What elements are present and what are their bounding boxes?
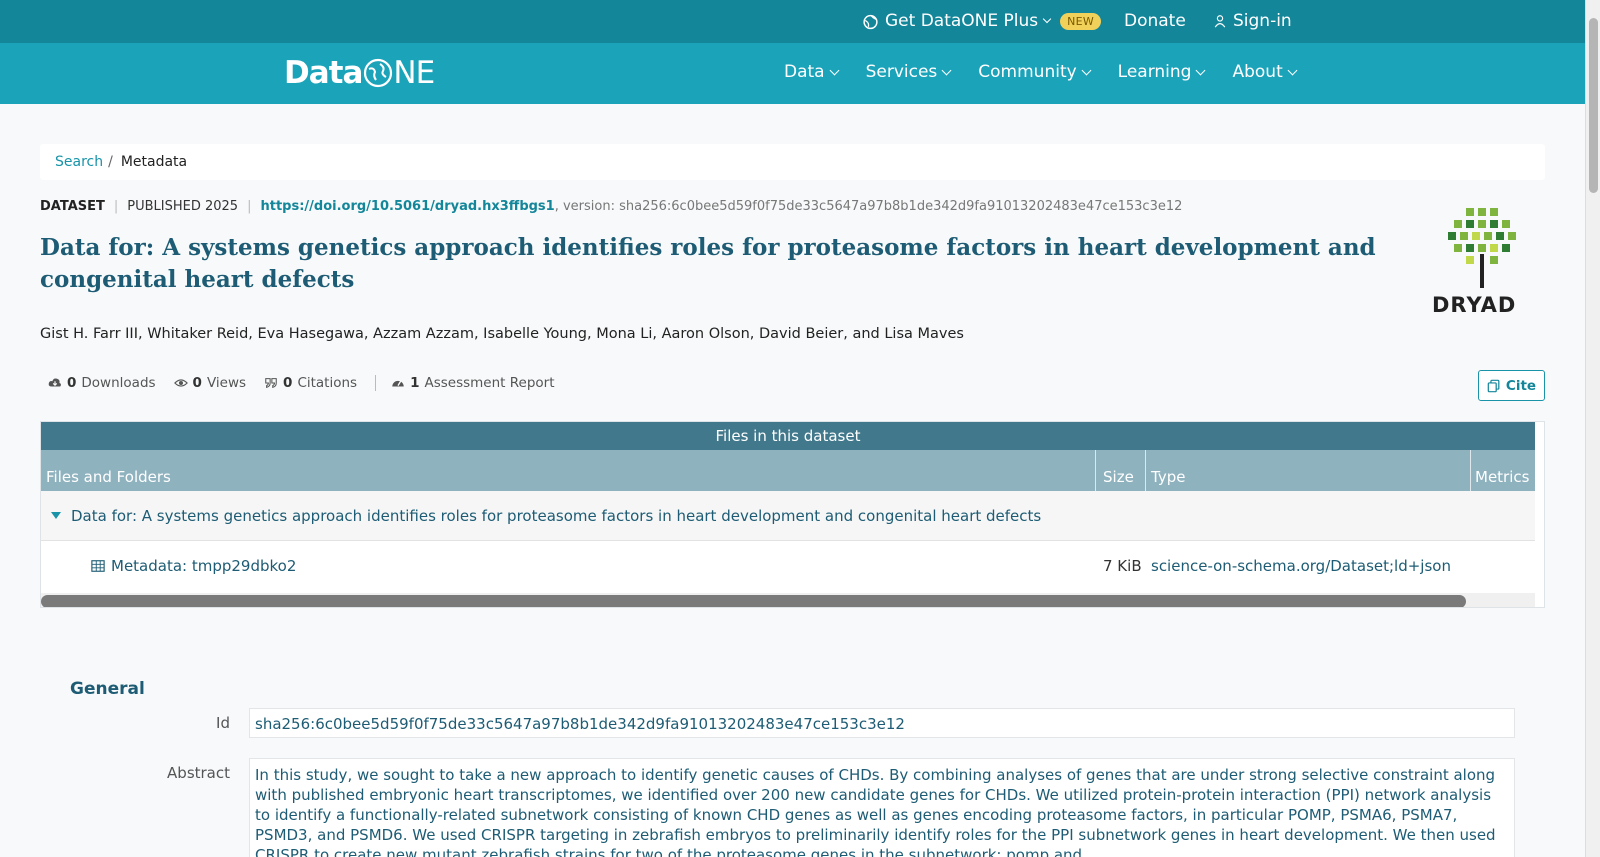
file-name-cell[interactable]: Metadata: tmpp29dbko2 — [91, 557, 296, 575]
views-metric[interactable]: 0 Views — [173, 375, 247, 391]
downloads-metric[interactable]: 0 Downloads — [48, 375, 156, 391]
downloads-count: 0 — [67, 375, 77, 391]
eye-icon — [173, 379, 188, 387]
new-badge: NEW — [1060, 12, 1102, 30]
nav-item-label: Community — [978, 62, 1077, 82]
downloads-label: Downloads — [81, 375, 156, 391]
user-icon — [1214, 15, 1226, 28]
sign-in-link[interactable]: Sign-in — [1213, 11, 1292, 31]
column-header-type[interactable]: Type — [1151, 468, 1185, 486]
breadcrumb-search-link[interactable]: Search — [55, 154, 103, 170]
chevron-down-icon — [1042, 14, 1052, 24]
dataone-logo[interactable]: Data NE — [284, 55, 435, 91]
page-title: Data for: A systems genetics approach id… — [40, 234, 1376, 293]
column-divider — [1095, 450, 1096, 491]
id-value: sha256:6c0bee5d59f0f75de33c5647a97b8b1de… — [249, 708, 1515, 738]
abstract-label: Abstract — [167, 764, 230, 782]
cite-label: Cite — [1505, 377, 1537, 394]
breadcrumb-separator: / — [108, 154, 113, 170]
dataset-metrics: 0 Downloads 0 Views 0 Citations 1 Assess… — [48, 375, 573, 391]
folder-name: Data for: A systems genetics approach id… — [71, 506, 1042, 525]
column-divider — [1470, 450, 1471, 491]
main-navigation: Data NE Data Services Community Learning… — [0, 43, 1585, 104]
nav-item-label: Services — [865, 62, 938, 82]
assessment-label: Assessment Report — [424, 375, 555, 391]
column-divider — [1145, 450, 1146, 491]
nav-item-about[interactable]: About — [1232, 62, 1298, 82]
dryad-logo-text: DRYAD — [1432, 293, 1517, 317]
donate-link[interactable]: Donate — [1124, 11, 1186, 31]
logo-text-data: Data — [284, 55, 363, 91]
files-table-caption: Files in this dataset — [41, 422, 1535, 450]
table-icon — [91, 560, 105, 572]
nav-item-label: Data — [784, 62, 825, 82]
chevron-down-icon — [1196, 65, 1206, 75]
views-label: Views — [206, 375, 247, 391]
vertical-scrollbar[interactable] — [1585, 0, 1600, 857]
nav-item-label: About — [1232, 62, 1283, 82]
id-label: Id — [216, 714, 230, 732]
cloud-download-icon — [48, 378, 61, 387]
dataset-type-label: DATASET — [40, 199, 105, 214]
get-dataone-plus-menu[interactable]: Get DataONE Plus NEW — [862, 11, 1102, 31]
gauge-icon — [392, 380, 404, 387]
citations-count: 0 — [283, 375, 293, 391]
column-header-metrics[interactable]: Metrics — [1475, 468, 1529, 486]
general-section-heading: General — [70, 679, 145, 699]
scrollbar-thumb[interactable] — [1589, 18, 1598, 193]
views-count: 0 — [192, 375, 202, 391]
published-label: PUBLISHED 2025 — [127, 199, 239, 214]
nav-item-community[interactable]: Community — [978, 62, 1092, 82]
nav-item-services[interactable]: Services — [865, 62, 952, 82]
globe-sparkle-icon — [863, 14, 878, 29]
nav-item-label: Learning — [1117, 62, 1192, 82]
logo-text-ne: NE — [393, 55, 435, 91]
breadcrumb: Search / Metadata — [40, 144, 1545, 180]
nav-item-data[interactable]: Data — [784, 62, 840, 82]
citations-metric[interactable]: 0 Citations — [264, 375, 357, 391]
chevron-down-icon — [1081, 65, 1092, 75]
citations-label: Citations — [297, 375, 358, 391]
horizontal-scrollbar[interactable] — [41, 593, 1535, 607]
chevron-down-icon — [941, 65, 952, 75]
column-header-files[interactable]: Files and Folders — [46, 468, 171, 486]
chevron-down-icon — [829, 65, 840, 75]
version-text: , version: sha256:6c0bee5d59f0f75de33c56… — [554, 199, 1183, 214]
doi-link[interactable]: https://doi.org/10.5061/dryad.hx3ffbgs1 — [260, 199, 554, 214]
column-header-size[interactable]: Size — [1103, 468, 1134, 486]
abstract-value: In this study, we sought to take a new a… — [249, 758, 1515, 857]
folder-row[interactable]: Data for: A systems genetics approach id… — [41, 491, 1535, 541]
breadcrumb-current: Metadata — [120, 154, 188, 170]
assessment-count: 1 — [410, 375, 420, 391]
caret-down-icon[interactable] — [51, 512, 61, 519]
file-size: 7 KiB — [1103, 557, 1142, 575]
files-table-header: Files and Folders Size Type Metrics — [41, 450, 1535, 491]
nav-item-learning[interactable]: Learning — [1117, 62, 1206, 82]
copy-icon — [1487, 379, 1500, 392]
authors-list: Gist H. Farr III, Whitaker Reid, Eva Has… — [40, 326, 964, 342]
files-table: Files in this dataset Files and Folders … — [40, 421, 1545, 608]
divider — [375, 375, 377, 391]
divider: | — [247, 199, 252, 214]
scrollbar-thumb[interactable] — [41, 595, 1466, 607]
quote-icon — [265, 378, 277, 389]
nav-menu: Data Services Community Learning About — [784, 62, 1298, 82]
sign-in-label: Sign-in — [1233, 11, 1292, 31]
file-name: Metadata: tmpp29dbko2 — [111, 557, 297, 575]
globe-icon — [364, 58, 393, 88]
dataset-meta-line: DATASET | PUBLISHED 2025 | https://doi.o… — [40, 199, 1182, 214]
divider: | — [113, 199, 119, 214]
file-type: science-on-schema.org/Dataset;ld+json — [1151, 557, 1451, 575]
chevron-down-icon — [1287, 65, 1298, 75]
table-row[interactable]: Metadata: tmpp29dbko2 7 KiB science-on-s… — [41, 542, 1535, 592]
cite-button[interactable]: Cite — [1478, 370, 1545, 401]
assessment-report-metric[interactable]: 1 Assessment Report — [391, 375, 555, 391]
top-utility-bar: Get DataONE Plus NEW Donate Sign-in — [0, 0, 1585, 43]
get-dataone-plus-label: Get DataONE Plus — [885, 11, 1039, 31]
